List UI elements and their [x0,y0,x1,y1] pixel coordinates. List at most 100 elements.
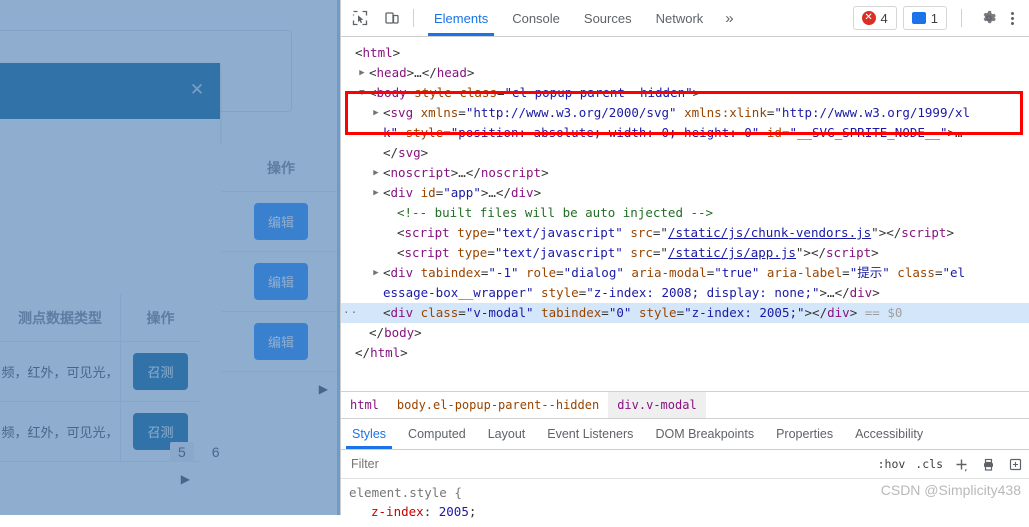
tab-sources[interactable]: Sources [572,0,644,36]
twisty-expanded-icon[interactable]: ▼ [355,83,369,103]
dom-token-attr: role [526,265,556,280]
dom-node-selected[interactable]: ··<div class="v-modal" tabindex="0" styl… [341,303,1029,323]
dom-token-comment: <!-- built files will be auto injected -… [397,205,713,220]
dom-token-punct: >…</ [820,285,850,300]
add-style-rule-icon[interactable] [948,457,975,472]
breadcrumb-item-html[interactable]: html [341,392,388,418]
dom-token-punct [534,305,542,320]
dom-token-punct [534,285,542,300]
twisty-collapsed-icon[interactable]: ▶ [369,103,383,123]
dom-token-dollar: == $0 [857,305,902,320]
dom-node[interactable]: ▼<body style class="el-popup-parent--hid… [341,83,1029,103]
dom-token-attr: src [630,225,653,240]
dom-token-tag: svg [391,105,414,120]
dom-node[interactable]: </html> [341,343,1029,363]
dom-node[interactable]: ▶<div id="app">…</div> [341,183,1029,203]
twisty-collapsed-icon[interactable]: ▶ [369,163,383,183]
dom-token-punct: > [400,345,408,360]
dom-token-val: "http://www.w3.org/1999/xl [774,105,970,120]
dom-node[interactable]: <html> [341,43,1029,63]
tab-dom-breakpoints[interactable]: DOM Breakpoints [644,419,765,449]
dom-token-punct: > [872,285,880,300]
dom-node[interactable]: <!-- built files will be auto injected -… [341,203,1029,223]
dom-node-marker: ·· [343,303,358,323]
dom-token-tag: noscript [391,165,451,180]
tab-accessibility[interactable]: Accessibility [844,419,934,449]
dom-token-punct: = [497,85,505,100]
dom-token-punct: < [383,105,391,120]
dom-token-punct [398,125,406,140]
dom-node[interactable]: <script type="text/javascript" src="/sta… [341,223,1029,243]
dom-node[interactable]: <script type="text/javascript" src="/sta… [341,243,1029,263]
filter-input[interactable] [345,453,869,475]
dom-token-val: essage-box__wrapper" [383,285,534,300]
dom-token-link[interactable]: /static/js/chunk-vendors.js [668,225,871,240]
twisty-collapsed-icon[interactable]: ▶ [369,183,383,203]
dom-node[interactable]: ▶<noscript>…</noscript> [341,163,1029,183]
styles-rules-area[interactable]: element.style { z-index: 2005; CSDN @Sim… [341,479,1029,527]
device-toolbar-icon[interactable] [379,5,405,31]
dom-node[interactable]: ▶<div tabindex="-1" role="dialog" aria-m… [341,263,1029,283]
print-media-icon[interactable] [975,457,1002,472]
dom-token-punct [759,125,767,140]
dom-token-link[interactable]: /static/js/app.js [668,245,796,260]
dom-token-attr: type [457,225,487,240]
modal-mask-overlay[interactable] [0,0,340,515]
dom-node[interactable]: k" style="position: absolute; width: 0; … [341,123,1029,143]
dom-token-val: "text/javascript" [495,225,623,240]
twisty-collapsed-icon[interactable]: ▶ [369,263,383,283]
devtools-panel: Elements Console Sources Network » ✕ 4 1 [340,0,1029,515]
dom-token-tag: script [405,225,450,240]
dom-token-punct [519,265,527,280]
breadcrumb-item-body[interactable]: body.el-popup-parent--hidden [388,392,608,418]
more-options-icon[interactable] [1002,12,1023,25]
dom-token-val: "z-index: 2008; display: none;" [586,285,819,300]
cls-toggle-button[interactable]: .cls [910,457,948,471]
hov-toggle-button[interactable]: :hov [873,457,911,471]
dom-token-tag: head [437,65,467,80]
dom-token-punct: = [443,125,451,140]
toggle-computed-icon[interactable] [1002,457,1029,472]
tab-layout[interactable]: Layout [477,419,537,449]
dom-token-tag: div [850,285,873,300]
tab-event-listeners[interactable]: Event Listeners [536,419,644,449]
style-value: 2005 [439,504,469,519]
dom-token-val: "dialog" [564,265,624,280]
breadcrumb-item-div-v-modal[interactable]: div.v-modal [608,392,705,418]
dom-token-punct: < [397,245,405,260]
dom-token-punct: ></ [805,305,828,320]
dom-tree[interactable]: <html>▶<head>…</head>▼<body style class=… [341,37,1029,391]
breadcrumb: html body.el-popup-parent--hidden div.v-… [341,391,1029,419]
error-icon: ✕ [862,11,876,25]
dom-node[interactable]: essage-box__wrapper" style="z-index: 200… [341,283,1029,303]
dom-token-attr: class [897,265,935,280]
twisty-collapsed-icon[interactable]: ▶ [355,63,369,83]
dom-token-punct: < [369,85,377,100]
gear-icon[interactable] [976,5,1002,31]
dom-token-tag: script [405,245,450,260]
dom-token-punct: > [534,185,542,200]
tab-properties[interactable]: Properties [765,419,844,449]
tab-elements[interactable]: Elements [422,0,500,36]
tab-console[interactable]: Console [500,0,572,36]
inspect-element-icon[interactable] [347,5,373,31]
dom-node[interactable]: </svg> [341,143,1029,163]
tab-network[interactable]: Network [644,0,716,36]
message-count-badge[interactable]: 1 [903,6,947,30]
tab-styles[interactable]: Styles [341,419,397,449]
dom-token-tag: div [391,185,414,200]
element-style-selector: element.style { [349,485,462,500]
dom-lines-container: <html>▶<head>…</head>▼<body style class=… [341,43,1029,363]
error-count-badge[interactable]: ✕ 4 [853,6,897,30]
style-declaration[interactable]: z-index: 2005; [349,502,1021,521]
styles-filter-row: :hov .cls [341,450,1029,479]
dom-token-punct: > [393,45,401,60]
tab-computed[interactable]: Computed [397,419,477,449]
dom-node[interactable]: ▶<head>…</head> [341,63,1029,83]
more-tabs-icon[interactable]: » [715,0,743,36]
dom-token-punct: > [693,85,701,100]
dom-token-val: "true" [714,265,759,280]
dom-token-punct: = [556,265,564,280]
dom-node[interactable]: ▶<svg xmlns="http://www.w3.org/2000/svg"… [341,103,1029,123]
dom-node[interactable]: </body> [341,323,1029,343]
